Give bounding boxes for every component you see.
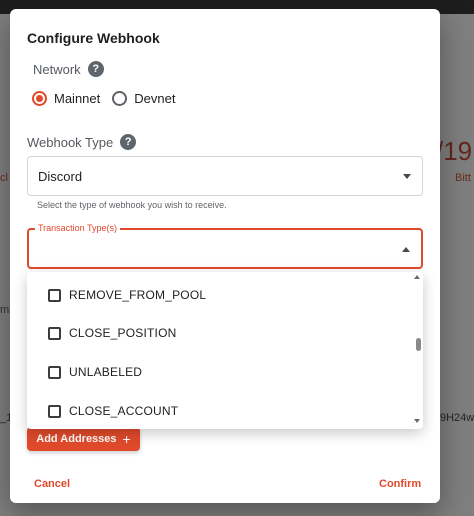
- menu-item-label: REMOVE_FROM_POOL: [69, 288, 207, 302]
- menu-item-label: CLOSE_ACCOUNT: [69, 404, 179, 418]
- checkbox-icon[interactable]: [48, 326, 61, 340]
- scroll-down-arrow-icon[interactable]: [414, 419, 420, 423]
- help-icon[interactable]: ?: [87, 61, 104, 77]
- radio-devnet-label: Devnet: [134, 91, 176, 106]
- confirm-button[interactable]: Confirm: [379, 478, 421, 490]
- webhook-type-label: Webhook Type: [27, 134, 114, 150]
- help-icon[interactable]: ?: [120, 134, 137, 150]
- checkbox-icon[interactable]: [48, 365, 61, 379]
- caret-up-icon: [402, 246, 410, 252]
- transaction-types-select[interactable]: Transaction Type(s): [27, 222, 423, 269]
- menu-item-unlabeled[interactable]: UNLABELED: [27, 353, 413, 391]
- caret-down-icon: [403, 174, 411, 179]
- radio-mainnet-label: Mainnet: [54, 91, 101, 106]
- network-label: Network: [33, 61, 81, 77]
- dialog-title: Configure Webhook: [27, 30, 160, 46]
- webhook-type-helper: Select the type of webhook you wish to r…: [37, 200, 227, 210]
- add-addresses-button[interactable]: Add Addresses +: [27, 427, 140, 451]
- network-radio-group: Mainnet Devnet: [32, 91, 175, 106]
- radio-devnet[interactable]: Devnet: [112, 91, 175, 106]
- plus-icon: +: [122, 431, 131, 447]
- menu-item-label: CLOSE_POSITION: [69, 326, 177, 340]
- cancel-button[interactable]: Cancel: [34, 478, 70, 490]
- webhook-type-select[interactable]: Discord: [27, 156, 423, 196]
- checkbox-icon[interactable]: [48, 404, 61, 418]
- network-label-row: Network ?: [33, 61, 104, 77]
- transaction-types-label: Transaction Type(s): [35, 222, 121, 234]
- radio-mainnet[interactable]: Mainnet: [32, 91, 100, 106]
- radio-unchecked-icon: [112, 91, 128, 106]
- webhook-type-label-row: Webhook Type ?: [27, 134, 137, 150]
- webhook-type-value: Discord: [38, 168, 83, 184]
- radio-checked-icon: [32, 91, 47, 106]
- add-addresses-label: Add Addresses: [36, 433, 117, 445]
- transaction-types-menu[interactable]: REMOVE_FROM_POOL CLOSE_POSITION UNLABELE…: [27, 272, 423, 429]
- scroll-up-arrow-icon[interactable]: [414, 275, 420, 279]
- menu-item-label: UNLABELED: [69, 365, 143, 379]
- menu-item-remove-from-pool[interactable]: REMOVE_FROM_POOL: [27, 276, 413, 314]
- checkbox-icon[interactable]: [48, 288, 61, 302]
- scrollbar-thumb[interactable]: [416, 338, 421, 351]
- menu-item-close-position[interactable]: CLOSE_POSITION: [27, 314, 413, 352]
- menu-item-close-account[interactable]: CLOSE_ACCOUNT: [27, 392, 413, 429]
